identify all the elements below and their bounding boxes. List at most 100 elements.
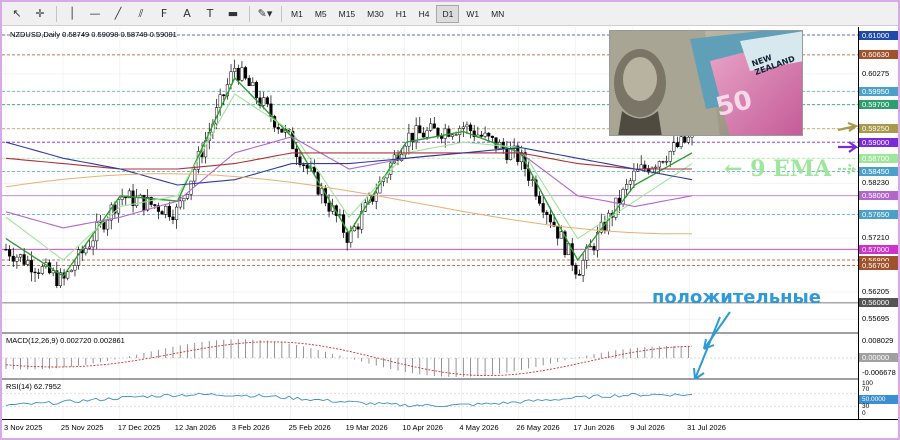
candle-down (675, 142, 680, 147)
shapes-menu-icon[interactable]: ✎▾ (254, 4, 276, 24)
candle-up (26, 260, 30, 265)
equidistant-channel-icon[interactable]: ⫽ (130, 4, 152, 24)
candle-down (490, 135, 494, 138)
candle-up (559, 231, 563, 239)
candle-up (15, 256, 19, 262)
candle-down (222, 94, 226, 97)
timeframe-bar: M1 M5 M15 M30 H1 H4 D1 W1 MN (286, 4, 511, 23)
toolbar-separator (249, 5, 250, 22)
candle-down (8, 249, 12, 257)
candle-down (265, 97, 269, 105)
price-level-tag: 0.57000 (859, 244, 898, 254)
candle-up (461, 126, 465, 129)
candle-up (51, 270, 55, 274)
rectangle-icon[interactable]: ▬ (222, 4, 244, 24)
rsi-axis-label: 0 (862, 410, 866, 417)
timeframe-m30[interactable]: M30 (362, 5, 389, 23)
candle-down (545, 211, 549, 216)
price-level-tag: 0.59250 (859, 124, 898, 134)
chart-header: NZDUSD,Daily 0.58749 0.59098 0.58749 0.5… (10, 30, 177, 39)
candle-up (40, 266, 44, 274)
candle-down (487, 132, 491, 137)
candle-up (632, 170, 636, 182)
price-label: 0.55695 (862, 314, 890, 324)
candle-up (581, 260, 585, 276)
price-level-tag: 0.59700 (859, 100, 898, 110)
ema-annotation: ← 9 EMA (724, 156, 832, 182)
candle-down (280, 128, 284, 133)
candle-down (124, 196, 128, 199)
candle-up (588, 245, 592, 248)
candle-down (538, 196, 542, 204)
text-icon[interactable]: A (176, 4, 198, 24)
candle-down (11, 255, 15, 262)
cursor-icon[interactable]: ↖ (6, 4, 28, 24)
time-label: 31 Jul 2026 (687, 423, 726, 432)
candle-up (639, 164, 643, 170)
candle-up (530, 179, 534, 181)
ma-blue-line (5, 141, 693, 186)
candle-down (345, 232, 349, 243)
candle-down (327, 202, 331, 212)
price-level-tag: 0.56000 (859, 298, 898, 308)
candle-down (29, 260, 33, 273)
candle-up (606, 212, 611, 232)
timeframe-m1[interactable]: M1 (286, 5, 308, 23)
time-label: 26 May 2026 (516, 423, 560, 432)
candle-down (167, 205, 171, 218)
text-label-icon[interactable]: T (199, 4, 221, 24)
timeframe-mn[interactable]: MN (486, 5, 509, 23)
time-label: 19 Mar 2026 (345, 423, 388, 432)
candle-down (421, 132, 425, 138)
candle-up (240, 67, 244, 81)
candle-up (625, 184, 629, 190)
chart-canvas[interactable]: NZDUSD,Daily 0.58749 0.59098 0.58749 0.5… (2, 27, 860, 419)
candle-up (425, 130, 429, 138)
rsi-arrow-icon (693, 316, 721, 380)
candle-up (116, 199, 121, 214)
candle-up (628, 180, 632, 185)
candle-up (374, 192, 378, 202)
candle-down (432, 123, 436, 129)
drawing-tools: ↖ ✛ │ — ╱ ⫽ F A T ▬ ✎▾ (6, 4, 277, 24)
candle-up (69, 269, 73, 273)
trendline-icon[interactable]: ╱ (107, 4, 129, 24)
olive-arrow-icon (837, 121, 860, 132)
price-axis[interactable]: 0.61000 0.60630 0.60275 0.59950 0.59700 0.592… (858, 27, 898, 419)
horizontal-line-icon[interactable]: — (84, 4, 106, 24)
candle-down (541, 203, 545, 213)
candle-up (262, 97, 266, 106)
price-label: 0.60275 (862, 68, 890, 78)
candle-down (436, 127, 440, 136)
candle-down (577, 274, 582, 276)
candle-up (182, 198, 186, 202)
candle-up (654, 166, 658, 169)
candle-down (171, 216, 175, 221)
rsi-pane (2, 392, 858, 408)
candle-down (302, 164, 306, 166)
time-label: 3 Nov 2025 (4, 423, 43, 432)
timeframe-d1[interactable]: D1 (436, 4, 460, 23)
time-axis[interactable]: 3 Nov 2025 25 Nov 2025 17 Dec 2025 12 Jan 2… (2, 419, 898, 438)
price-label: 0.56205 (862, 286, 890, 296)
price-level-tag: 0.56700 (859, 260, 898, 270)
candle-up (465, 124, 469, 128)
candle-down (418, 125, 422, 134)
candle-up (106, 219, 110, 230)
candle-up (686, 136, 690, 143)
candle-up (120, 196, 124, 200)
candle-up (665, 161, 669, 163)
price-level-tag: 0.58700 (859, 153, 898, 163)
timeframe-w1[interactable]: W1 (461, 5, 484, 23)
timeframe-h1[interactable]: H1 (391, 5, 412, 23)
timeframe-h4[interactable]: H4 (414, 5, 435, 23)
candle-up (95, 222, 99, 242)
crosshair-icon[interactable]: ✛ (29, 4, 51, 24)
timeframe-m5[interactable]: M5 (310, 5, 332, 23)
candle-up (672, 142, 676, 152)
timeframe-m15[interactable]: M15 (334, 5, 361, 23)
vertical-line-icon[interactable]: │ (61, 4, 83, 24)
price-level-tag: 0.60630 (859, 50, 898, 60)
macd-axis-label: 0.008029 (862, 336, 894, 345)
fibonacci-icon[interactable]: F (153, 4, 175, 24)
